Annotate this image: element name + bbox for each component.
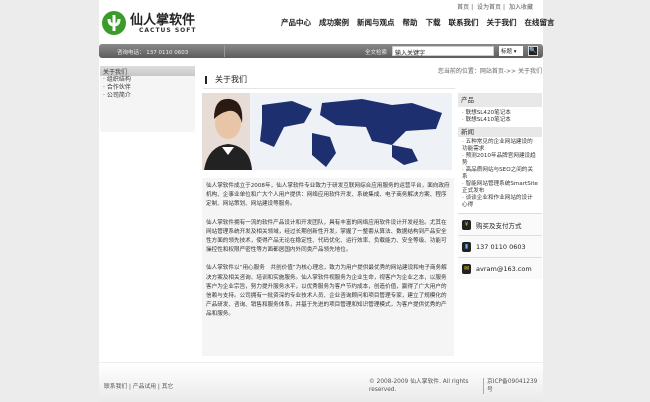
logo[interactable]: 仙人掌软件 CACTUS SOFT [101,9,213,39]
email-icon: ✉ [462,263,471,274]
set-homepage-link[interactable]: 设为首页 [477,4,501,11]
nav-products[interactable]: 产品中心 [281,17,311,28]
sidebar-item-label: 合作伙伴 [106,84,131,91]
search-type-value: 标题 [501,49,513,55]
icp-number[interactable]: 京ICP备09041239号 [483,378,539,394]
sidebar-item-label: 公司简介 [106,92,131,99]
sidebar-item-structure[interactable]: · 组织结构 [100,76,195,84]
home-link[interactable]: 首页 [457,4,469,11]
nav-message[interactable]: 在线留言 [525,17,555,28]
nav-news[interactable]: 新闻与观点 [357,17,395,28]
logo-subtext: CACTUS SOFT [139,27,197,34]
news-label: 五种常见的企业网站建设的功能需求 [462,139,533,152]
nav-about[interactable]: 关于我们 [487,17,517,28]
purchase-payment-link[interactable]: ¥ 购买及支付方式 [458,213,542,235]
news-label: 预测2010年品牌官网建设趋势 [462,153,536,166]
news-label: 高品质网站与SEO之间的关系 [462,167,533,180]
paragraph: 仙人掌软件成立于2008年，仙人掌软件专业致力于研发互联网综合应用服务的运营平台… [206,183,450,208]
search-button[interactable]: 🔍 [528,46,538,56]
products-title: 产品 [458,93,542,107]
nav-download[interactable]: 下载 [426,17,441,28]
nav-cases[interactable]: 成功案例 [319,17,349,28]
cactus-logo-icon [102,11,126,35]
search-type-select[interactable]: 标题 ▾ [499,46,523,56]
phone-number: 137 0110 0603 [476,242,526,251]
news-item[interactable]: · 五种常见的企业网站建设的功能需求 [458,139,542,153]
page: 首页 | 设为首页 | 加入收藏 仙人掌软件 CACTUS SOFT 产品中心 成功… [99,0,555,402]
search-bar: 咨询电话： 137 0110 0603 全文检索 输入关键字 标题 ▾ 🔍 [99,44,543,58]
sidebar-item-partners[interactable]: · 合作伙伴 [100,84,195,92]
news-item[interactable]: · 谈谈企业和作业网站的设计心得 [458,195,542,209]
divider [203,88,455,89]
news-label: 谈谈企业和作业网站的设计心得 [462,195,533,208]
product-label: 联想SL410笔记本 [465,117,511,123]
email-address: avram@163.com [476,264,532,273]
sidebar-item-profile[interactable]: · 公司简介 [100,92,195,100]
search-input[interactable]: 输入关键字 [392,46,494,57]
copyright: © 2008-2009 仙人掌软件. All rights reserved. [369,379,469,393]
paragraph: 仙人掌软件拥有一流的软件产品设计和开发团队，具有丰富的网络应用软件设计开发经验。… [206,219,447,254]
footer-link-other[interactable]: 其它 [162,384,174,390]
sidebar: 关于我们 · 组织结构 · 合作伙伴 · 公司简介 [100,66,195,132]
phone-icon: ▮ [462,241,471,252]
news-label: 智能网站管理系统SmartSite正式发布 [462,181,538,194]
product-item[interactable]: · 联想SL420笔记本 [458,110,542,117]
footer-links: 联系我们 | 产品试用 | 其它 [104,384,174,390]
news-item[interactable]: · 高品质网站与SEO之间的关系 [458,167,542,181]
nav-help[interactable]: 帮助 [403,17,418,28]
add-favorite-link[interactable]: 加入收藏 [509,4,533,11]
news-title: 新闻 [458,127,542,137]
contact-email[interactable]: ✉ avram@163.com [458,257,542,279]
banner-image [202,93,452,170]
news-item[interactable]: · 预测2010年品牌官网建设趋势 [458,153,542,167]
paragraph: 仙人掌软件以“用心服务 共创价值”为核心理念，致力为用户提供最优秀的网站建设和电… [206,265,447,318]
divider [224,45,225,57]
footer: 联系我们 | 产品试用 | 其它 © 2008-2009 仙人掌软件. All … [99,362,543,402]
title-marker [205,75,207,84]
nav-contact[interactable]: 联系我们 [449,17,479,28]
top-links: 首页 | 设为首页 | 加入收藏 [457,4,533,11]
hotline: 咨询电话： 137 0110 0603 [117,50,189,56]
product-item[interactable]: · 联想SL410笔记本 [458,117,542,124]
product-label: 联想SL420笔记本 [465,110,511,116]
page-title: 关于我们 [205,74,247,85]
main-nav: 产品中心 成功案例 新闻与观点 帮助 下载 联系我们 关于我们 在线留言 [281,17,555,28]
about-content: 仙人掌软件成立于2008年，仙人掌软件专业致力于研发互联网综合应用服务的运营平台… [202,178,454,356]
page-title-text: 关于我们 [215,75,247,84]
logo-text: 仙人掌软件 [130,13,196,28]
sidebar-item-label: 组织结构 [106,76,131,83]
cactus-icon: ¥ [462,219,471,230]
purchase-label: 购买及支付方式 [476,221,522,230]
sidebar-title: 关于我们 [100,66,195,76]
contact-phone: ▮ 137 0110 0603 [458,235,542,257]
breadcrumb: 您当前的位置：网站首页->> 关于我们 [437,68,542,75]
footer-link-trial[interactable]: 产品试用 [133,384,156,390]
footer-link-contact[interactable]: 联系我们 [104,384,127,390]
world-map-businesswoman-image [202,93,452,170]
search-label: 全文检索 [365,50,388,56]
news-item[interactable]: · 智能网站管理系统SmartSite正式发布 [458,181,542,195]
right-sidebar: 产品 · 联想SL420笔记本 · 联想SL410笔记本 新闻 · 五种常见的企… [458,93,542,279]
